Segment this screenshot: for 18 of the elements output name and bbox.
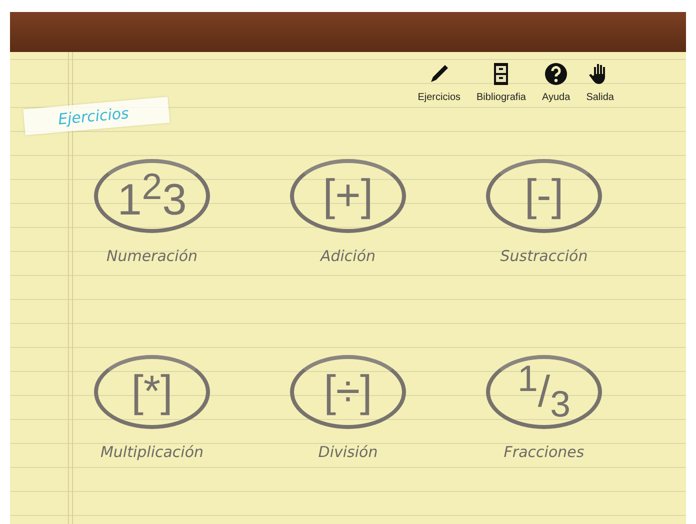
- tape-label: Ejercicios: [23, 96, 170, 136]
- category-button[interactable]: $^{1}$/$_{3}$: [486, 355, 602, 429]
- category-button[interactable]: [÷]: [290, 355, 406, 429]
- category-button[interactable]: [-]: [486, 159, 602, 233]
- category-label: Multiplicación: [100, 443, 204, 461]
- category-label: Adición: [320, 247, 376, 265]
- category-label: División: [318, 443, 378, 461]
- category-button[interactable]: 1$^{2}$3: [94, 159, 210, 233]
- help-icon: [544, 62, 568, 86]
- category-label: Sustracción: [500, 247, 588, 265]
- toolbar-button[interactable]: Bibliografia: [474, 60, 528, 105]
- category-label: Numeración: [106, 247, 198, 265]
- toolbar-button[interactable]: Salida: [584, 60, 616, 105]
- toolbar-button[interactable]: Ayuda: [540, 60, 572, 105]
- category-button[interactable]: [+]: [290, 159, 406, 233]
- category-button[interactable]: [*]: [94, 355, 210, 429]
- toolbar-button[interactable]: Ejercicios: [416, 60, 463, 105]
- category-label: Fracciones: [504, 443, 584, 461]
